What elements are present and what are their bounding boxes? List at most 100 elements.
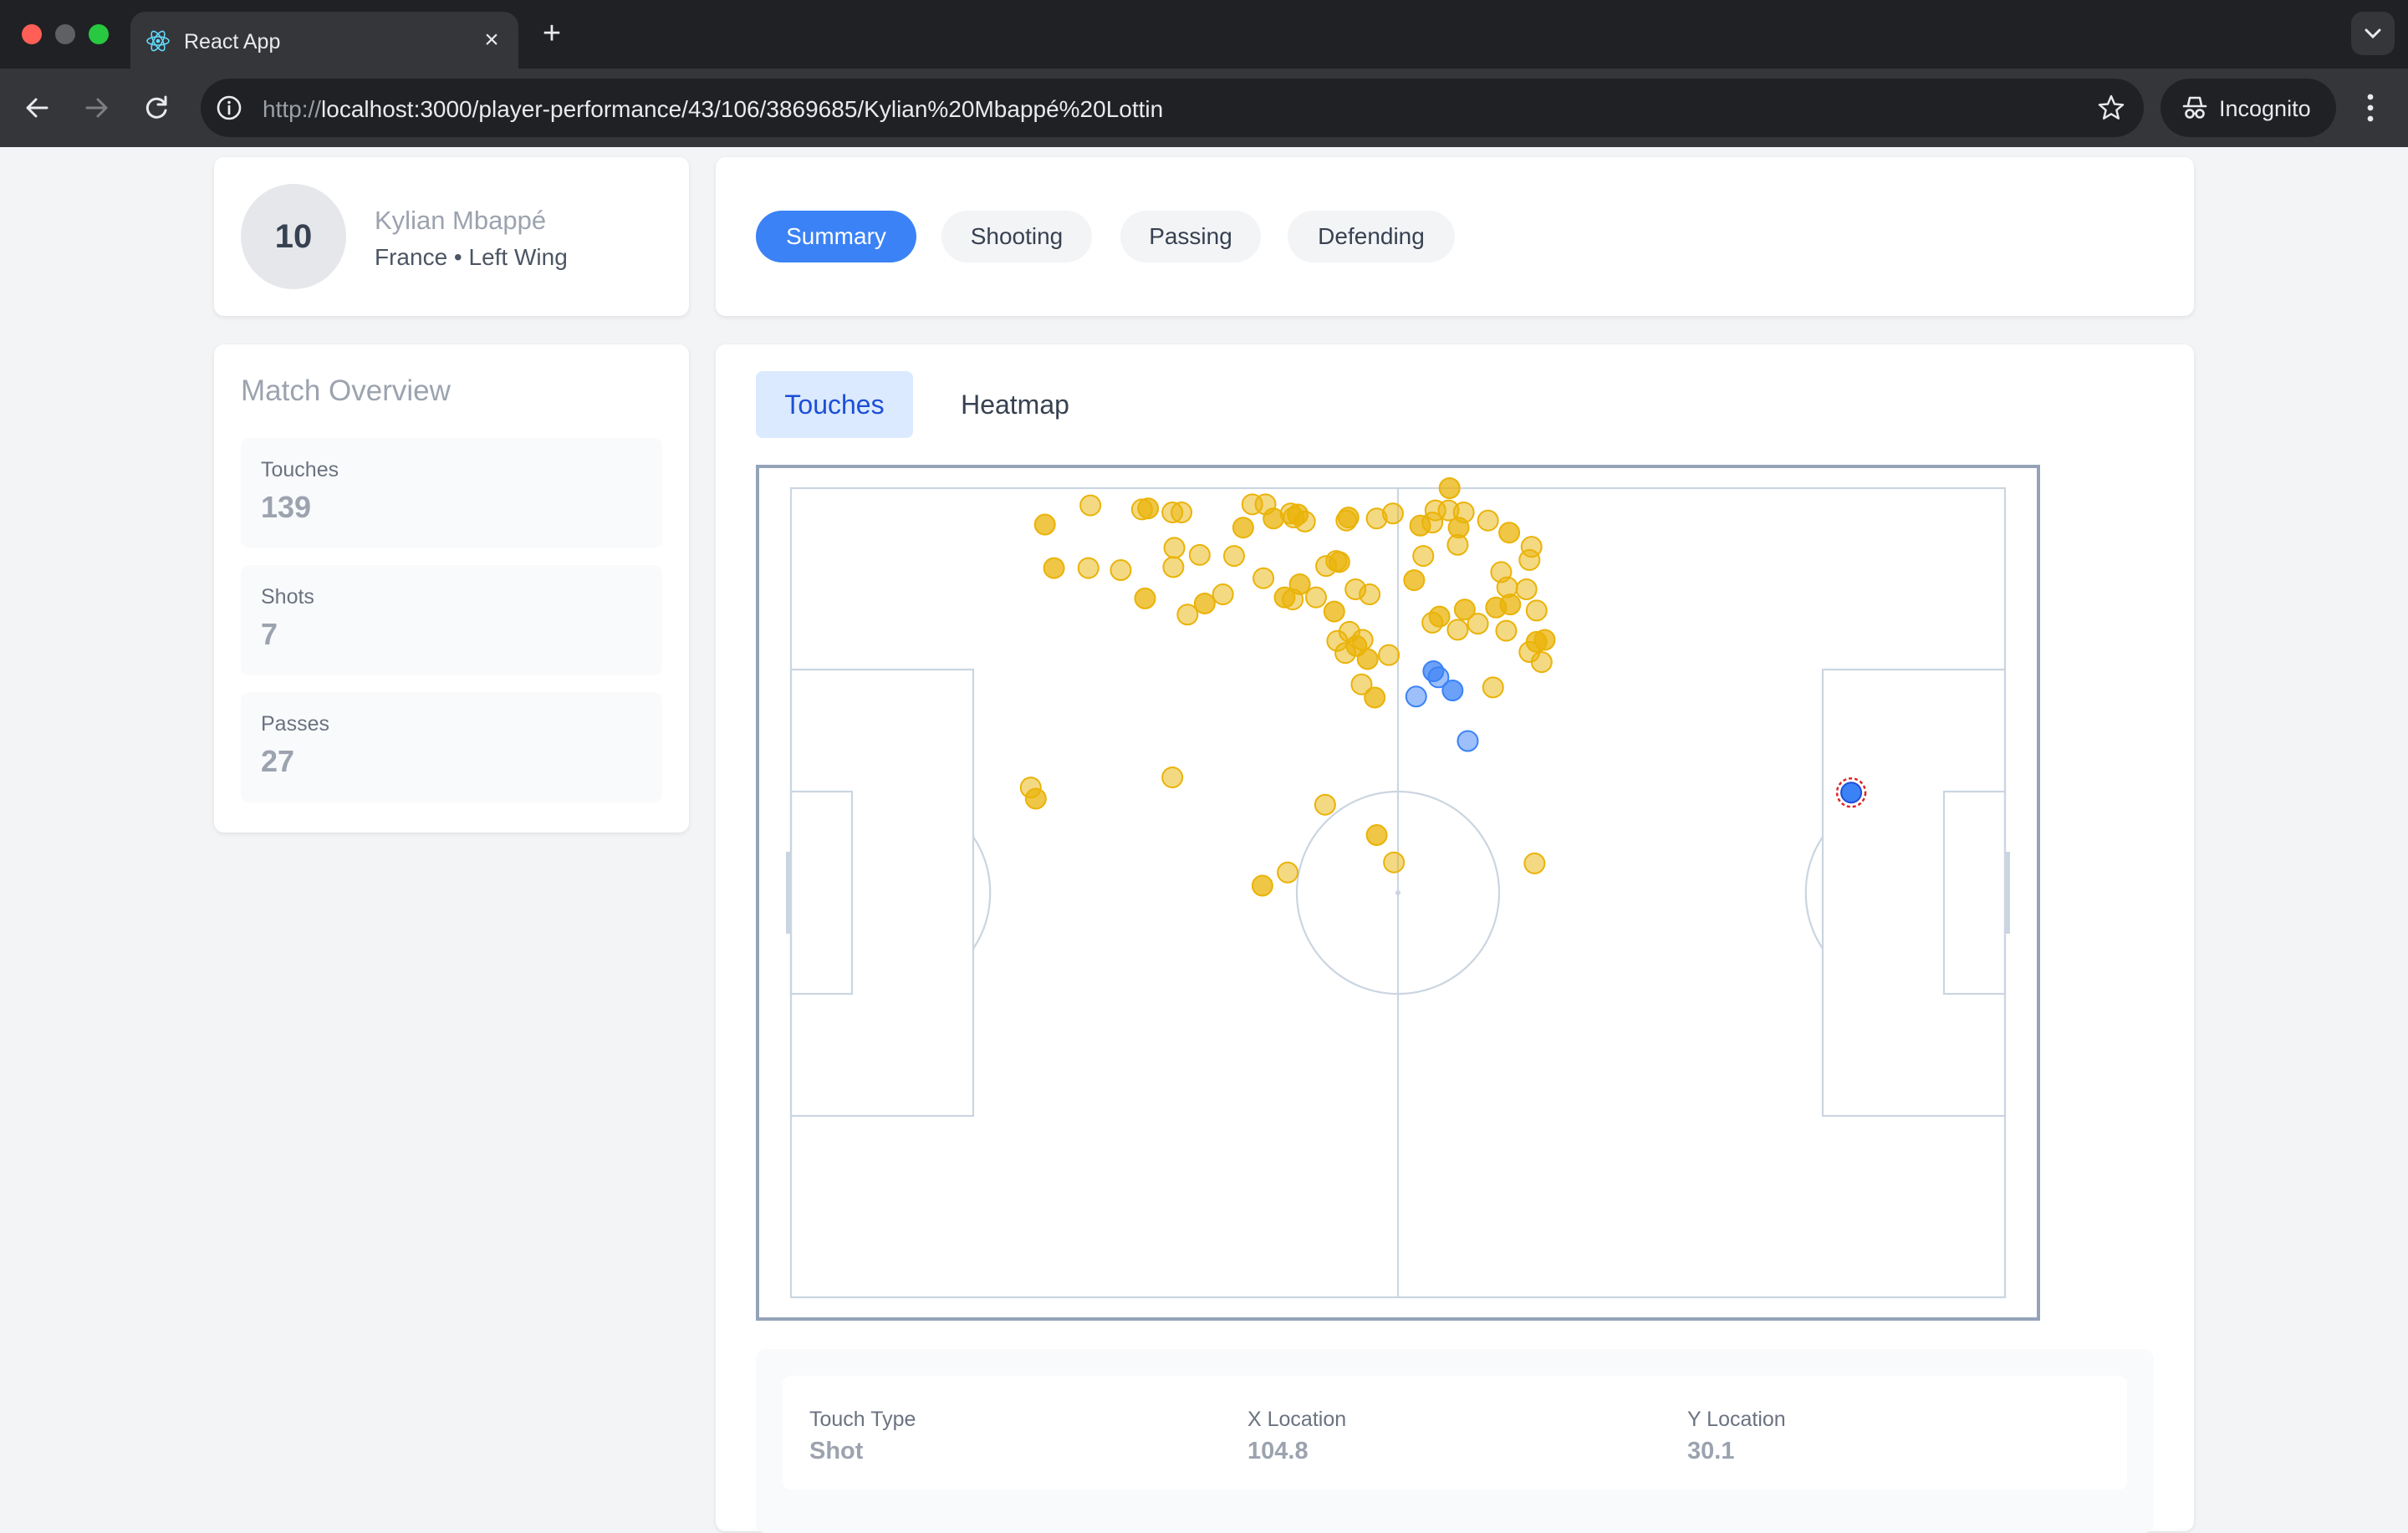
touch-point[interactable] (1525, 599, 1548, 622)
player-meta: France • Left Wing (375, 244, 568, 270)
touch-point[interactable] (1293, 510, 1316, 532)
left-goal (786, 852, 791, 934)
browser-tab[interactable]: React App × (130, 12, 518, 69)
touch-point[interactable] (1033, 513, 1056, 536)
touch-point[interactable] (1024, 787, 1047, 810)
incognito-badge[interactable]: Incognito (2161, 79, 2336, 137)
touch-point[interactable] (1222, 545, 1245, 568)
touch-point[interactable] (1523, 852, 1546, 874)
shot-point[interactable] (1405, 685, 1427, 708)
touch-point[interactable] (1498, 522, 1521, 544)
touch-point[interactable] (1438, 477, 1461, 499)
touch-point[interactable] (1515, 578, 1538, 600)
touch-point[interactable] (1162, 556, 1185, 578)
touch-point[interactable] (1161, 766, 1184, 789)
tab-shooting[interactable]: Shooting (941, 211, 1092, 262)
back-arrow-icon[interactable] (18, 89, 57, 127)
touch-point[interactable] (1325, 550, 1348, 573)
stat-value: 139 (261, 490, 312, 524)
touch-point[interactable] (1383, 851, 1406, 873)
touch-point[interactable] (1176, 604, 1199, 626)
touch-point[interactable] (1043, 557, 1065, 579)
forward-arrow-icon[interactable] (77, 89, 115, 127)
selected-shot-point[interactable] (1840, 782, 1863, 804)
react-icon (146, 30, 170, 52)
browser-tab-bar: React App × + (0, 0, 2408, 69)
touch-point[interactable] (1304, 586, 1327, 609)
touch-point[interactable] (1356, 648, 1379, 670)
shot-point[interactable] (1441, 680, 1464, 701)
touch-point[interactable] (1446, 619, 1469, 641)
touch-point[interactable] (1482, 676, 1504, 699)
touch-point[interactable] (1428, 605, 1451, 628)
touch-point[interactable] (1079, 494, 1102, 517)
pitch-svg (756, 465, 2040, 1321)
touch-point[interactable] (1137, 497, 1160, 520)
tab-summary[interactable]: Summary (756, 211, 916, 262)
stat-value: 7 (261, 617, 278, 651)
bookmark-star-icon[interactable] (2095, 92, 2127, 124)
tab-search-button[interactable] (2351, 12, 2395, 55)
touch-point[interactable] (1232, 517, 1254, 539)
tab-passing[interactable]: Passing (1120, 211, 1261, 262)
touch-point[interactable] (1365, 824, 1388, 847)
touch-info-panel: Touch Type Shot X Location 104.8 Y Locat… (756, 1349, 2154, 1533)
touch-point[interactable] (1077, 557, 1099, 579)
new-tab-icon[interactable]: + (535, 17, 569, 50)
shot-point[interactable] (1457, 730, 1479, 752)
touch-point[interactable] (1351, 629, 1374, 651)
touch-point[interactable] (1403, 569, 1426, 592)
touch-point[interactable] (1453, 598, 1476, 621)
chevron-down-icon (2365, 28, 2381, 39)
stat-shots: Shots 7 (241, 565, 662, 675)
touch-point[interactable] (1282, 588, 1304, 611)
touch-point[interactable] (1378, 644, 1400, 666)
touch-point[interactable] (1188, 543, 1211, 566)
address-bar[interactable]: http://localhost:3000/player-performance… (201, 79, 2144, 137)
touch-point[interactable] (1110, 559, 1132, 582)
stat-touches: Touches 139 (241, 438, 662, 548)
reload-icon[interactable] (137, 89, 176, 127)
touch-point[interactable] (1496, 576, 1518, 598)
maximize-window-button[interactable] (89, 24, 109, 44)
touch-point[interactable] (1163, 537, 1186, 559)
minimize-window-button[interactable] (55, 24, 75, 44)
tab-defending[interactable]: Defending (1288, 211, 1455, 262)
touch-point[interactable] (1334, 642, 1357, 665)
touch-point[interactable] (1359, 583, 1381, 606)
x-location-value: 104.8 (1247, 1438, 1309, 1464)
touch-point[interactable] (1520, 536, 1543, 558)
touch-point[interactable] (1193, 592, 1216, 614)
touch-point[interactable] (1485, 596, 1508, 619)
touch-point[interactable] (1412, 545, 1435, 568)
touch-point[interactable] (1381, 502, 1404, 525)
x-location-label: X Location (1247, 1408, 1347, 1431)
player-name: Kylian Mbappé (375, 206, 547, 235)
close-tab-icon[interactable]: × (477, 25, 507, 55)
more-menu-icon[interactable] (2356, 87, 2385, 129)
touch-point[interactable] (1171, 502, 1193, 524)
touch-point[interactable] (1447, 517, 1470, 539)
touch-point[interactable] (1314, 793, 1336, 816)
touch-point[interactable] (1252, 567, 1275, 589)
touch-point[interactable] (1212, 583, 1234, 606)
tab-heatmap[interactable]: Heatmap (940, 371, 1090, 438)
browser-toolbar: http://localhost:3000/player-performance… (0, 69, 2408, 147)
touch-point[interactable] (1323, 600, 1345, 623)
close-window-button[interactable] (22, 24, 42, 44)
touch-point[interactable] (1251, 874, 1273, 897)
stat-value: 27 (261, 744, 295, 778)
touch-point[interactable] (1495, 619, 1518, 642)
touch-point[interactable] (1350, 673, 1373, 695)
touch-point[interactable] (1134, 587, 1156, 609)
match-overview-card: Match Overview Touches 139 Shots 7 Passe… (214, 344, 689, 833)
touch-point[interactable] (1277, 861, 1299, 884)
touch-point[interactable] (1477, 509, 1499, 532)
site-info-icon[interactable] (214, 93, 244, 123)
touch-point[interactable] (1533, 629, 1556, 651)
tab-touches[interactable]: Touches (756, 371, 913, 438)
touch-map (756, 465, 2040, 1321)
stat-label: Passes (261, 712, 329, 736)
touch-point[interactable] (1337, 507, 1360, 529)
stat-label: Shots (261, 585, 314, 609)
